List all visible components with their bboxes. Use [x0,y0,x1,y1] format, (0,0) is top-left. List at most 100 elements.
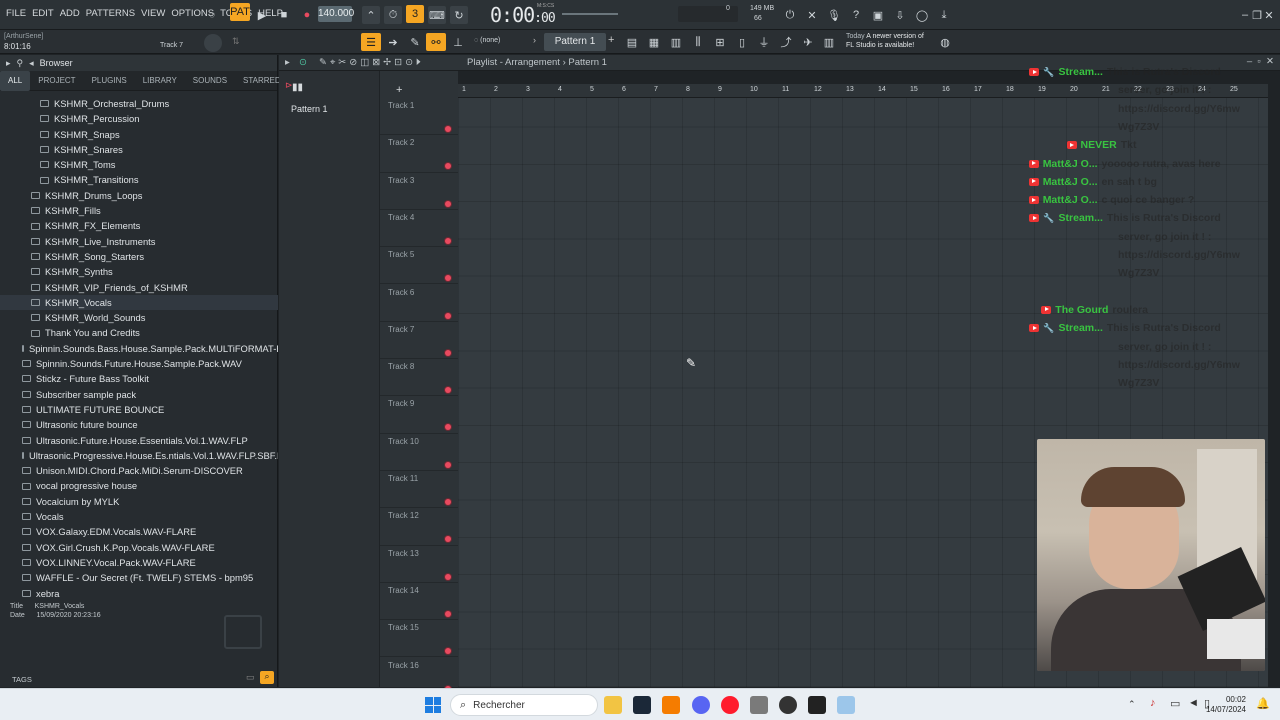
tempo-tap-icon[interactable]: ⤴ [777,33,795,51]
playlist-icon[interactable]: ▤ [623,33,641,51]
track-header[interactable]: Track 9 [380,396,458,434]
taskbar-clock[interactable]: 00:02 14/07/2024 [1206,695,1246,715]
stamp-icon[interactable]: ⊥ [449,33,467,51]
playlist-tools[interactable]: ✎⌖✂⊘◫⊠✢⊡⊙⏵ [319,57,424,68]
channel-rack-icon[interactable]: ▥ [667,33,685,51]
menu-view[interactable]: VIEW [141,8,165,19]
add-folder-icon[interactable] [224,615,262,649]
close-icon[interactable]: ✕ [1260,6,1278,24]
track-header[interactable]: Track 4 [380,210,458,248]
browser-item[interactable]: KSHMR_Live_Instruments [0,234,278,249]
pattern-picker[interactable]: Pattern 1 [544,33,606,51]
track-mute-led-icon[interactable] [445,163,451,170]
tag-edit-icon[interactable]: ▭ [246,672,255,683]
track-mute-led-icon[interactable] [445,312,451,319]
pattern-prev-icon[interactable]: › [533,35,536,45]
browser-item[interactable]: KSHMR_Orchestral_Drums [0,96,278,111]
browser-item[interactable]: KSHMR_Percussion [0,111,278,126]
patcher-icon[interactable]: ⊞ [711,33,729,51]
browser-item[interactable]: Stickz - Future Bass Toolkit [0,371,278,386]
save-icon[interactable]: ▣ [869,6,887,24]
browser-item[interactable]: Thank You and Credits [0,325,278,340]
fl-studio-icon[interactable] [662,696,680,714]
track-mute-led-icon[interactable] [445,536,451,543]
browser-icon[interactable]: ▯ [733,33,751,51]
track-header[interactable]: Track 11 [380,471,458,509]
search-icon[interactable]: ⌕ [260,671,274,684]
brush-icon[interactable]: ✎ [406,33,424,51]
discord-icon[interactable] [692,696,710,714]
track-mute-led-icon[interactable] [445,610,451,617]
browser-item[interactable]: VOX.Galaxy.EDM.Vocals.WAV-FLARE [0,524,278,539]
chat-icon[interactable]: ◯ [913,6,931,24]
pattern-song-toggle[interactable]: PAT [230,3,250,21]
pattern-list-item[interactable]: Pattern 1 [291,104,328,114]
pitch-knob[interactable] [204,34,222,52]
browser-item[interactable]: VOX.Girl.Crush.K.Pop.Vocals.WAV-FLARE [0,540,278,555]
tray-chevron-icon[interactable]: ⌃ [1128,699,1136,710]
wait-input-icon[interactable]: ⏱ [384,6,402,24]
playlist-magnet-icon[interactable]: ⊙ [299,57,307,68]
track-header[interactable]: Track 12 [380,508,458,546]
mixer-icon[interactable]: ✕ [803,6,821,24]
track-mute-led-icon[interactable] [445,200,451,207]
browser-pin-icon[interactable]: ⚲ [17,58,24,69]
playlist-window-controls[interactable]: – ▫ ✕ [1247,56,1274,67]
windows-start-icon[interactable] [425,697,441,713]
piano-roll-icon[interactable]: ▦ [645,33,663,51]
track-mute-led-icon[interactable] [445,275,451,282]
browser-item[interactable]: KSHMR_Fills [0,203,278,218]
pattern-select[interactable]: ◌ (none) [474,37,500,44]
browser-item[interactable]: xebra [0,586,278,601]
browser-item[interactable]: Spinnin.Sounds.Bass.House.Sample.Pack.MU… [0,341,278,356]
track-mute-led-icon[interactable] [445,573,451,580]
track-mute-led-icon[interactable] [445,237,451,244]
track-mute-led-icon[interactable] [445,461,451,468]
browser-item[interactable]: KSHMR_Synths [0,264,278,279]
master-volume-slider[interactable] [562,13,618,15]
menu-add[interactable]: ADD [60,8,80,19]
browser-tab-project[interactable]: PROJECT [30,71,83,91]
taskbar-search[interactable]: ⌕ Rechercher [450,694,598,716]
browser-item[interactable]: KSHMR_Snares [0,142,278,157]
playlist-menu-icon[interactable]: ▸ [285,57,290,68]
tempo-display[interactable]: 140.000 [318,6,354,22]
track-header[interactable]: Track 14 [380,583,458,621]
browser-item[interactable]: KSHMR_Transitions [0,172,278,187]
track-header[interactable]: Track 3 [380,173,458,210]
download-icon[interactable]: ⤓ [935,6,953,24]
browser-item[interactable]: ULTIMATE FUTURE BOUNCE [0,402,278,417]
browser-item[interactable]: Unison.MIDI.Chord.Pack.MiDi.Serum-DISCOV… [0,463,278,478]
record-icon[interactable]: ● [298,6,316,24]
browser-back-icon[interactable]: ◂ [29,58,34,69]
tray-network-icon[interactable]: ▭ [1170,697,1180,710]
browser-item[interactable]: Ultrasonic future bounce [0,417,278,432]
browser-item[interactable]: Vocalcium by MYLK [0,494,278,509]
mixer-view-icon[interactable]: ⫼ [689,33,707,51]
browser-item[interactable]: Vocals [0,509,278,524]
plugin-icon[interactable]: ⏚ [755,33,773,51]
browser-item[interactable]: VOX.LINNEY.Vocal.Pack.WAV-FLARE [0,555,278,570]
microphone-icon[interactable]: 🎙 [825,6,843,24]
browser-item[interactable]: Ultrasonic.Progressive.House.Es.ntials.V… [0,448,278,463]
track-mute-led-icon[interactable] [445,387,451,394]
news-icon[interactable]: ▥ [820,33,838,51]
track-header[interactable]: Track 7 [380,322,458,360]
playlist-pattern-icon[interactable]: ▮▮ [292,82,303,93]
browser-item[interactable]: WAFFLE - Our Secret (Ft. TWELF) STEMS - … [0,570,278,585]
mouse-app-icon[interactable] [750,696,768,714]
power-icon[interactable]: ⏻ [781,6,799,24]
arrow-right-icon[interactable]: ➔ [384,33,402,51]
touch-keyboard-icon[interactable]: ✈ [799,33,817,51]
track-mute-led-icon[interactable] [445,126,451,132]
browser-item[interactable]: Subscriber sample pack [0,387,278,402]
track-header[interactable]: Track 15 [380,620,458,658]
track-header[interactable]: Track 8 [380,359,458,397]
track-header[interactable]: Track 10 [380,434,458,471]
export-icon[interactable]: ⇩ [891,6,909,24]
track-mute-led-icon[interactable] [445,349,451,356]
browser-tab-library[interactable]: LIBRARY [135,71,185,91]
menu-patterns[interactable]: PATTERNS [86,8,135,19]
browser-item[interactable]: KSHMR_FX_Elements [0,218,278,233]
track-header[interactable]: Track 13 [380,546,458,583]
